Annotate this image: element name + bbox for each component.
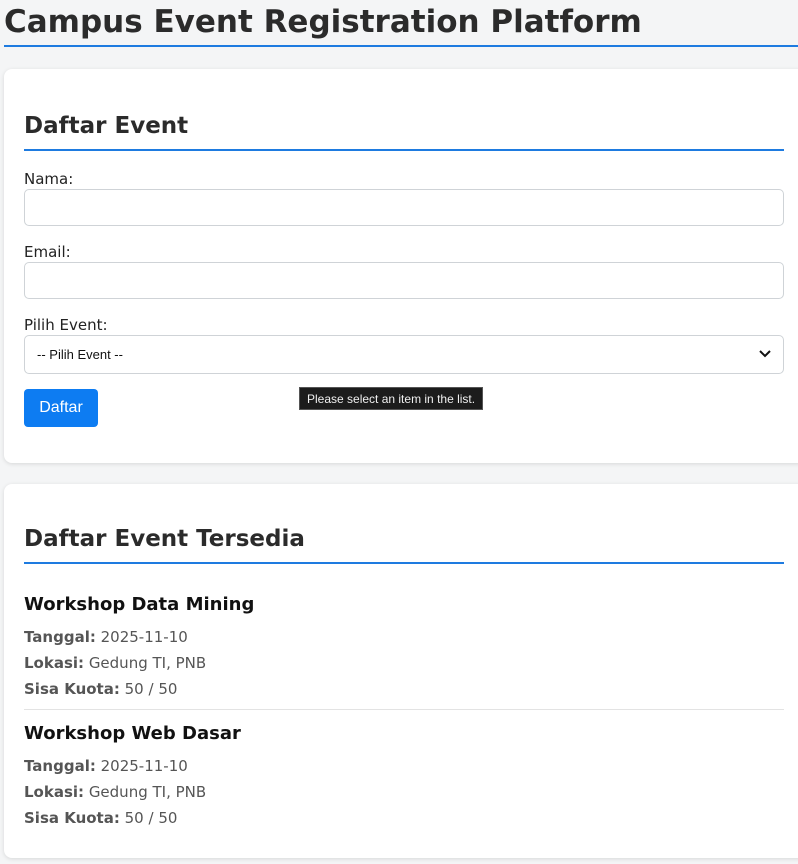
- event-select[interactable]: -- Pilih Event --: [24, 335, 784, 374]
- form-title: Daftar Event: [24, 111, 784, 151]
- location-label: Lokasi:: [24, 783, 85, 801]
- date-label: Tanggal:: [24, 628, 96, 646]
- event-quota: 50 / 50: [124, 680, 178, 698]
- registration-form-card: Daftar Event Nama: Email: Pilih Event: -…: [4, 69, 798, 463]
- event-date: 2025-11-10: [100, 757, 188, 775]
- page-title: Campus Event Registration Platform: [4, 0, 798, 47]
- event-quota-row: Sisa Kuota: 50 / 50: [24, 805, 784, 831]
- event-location: Gedung TI, PNB: [88, 654, 207, 672]
- validation-tooltip: Please select an item in the list.: [299, 387, 484, 410]
- event-item: Workshop Data Mining Tanggal: 2025-11-10…: [24, 592, 784, 702]
- event-select-value: -- Pilih Event --: [37, 347, 123, 362]
- quota-label: Sisa Kuota:: [24, 680, 120, 698]
- event-location-row: Lokasi: Gedung TI, PNB: [24, 650, 784, 676]
- events-list-card: Daftar Event Tersedia Workshop Data Mini…: [4, 484, 798, 858]
- location-label: Lokasi:: [24, 654, 85, 672]
- event-date: 2025-11-10: [100, 628, 188, 646]
- submit-button[interactable]: Daftar: [24, 389, 98, 427]
- name-field[interactable]: [24, 189, 784, 226]
- event-divider: [24, 709, 784, 710]
- event-item: Workshop Web Dasar Tanggal: 2025-11-10 L…: [24, 721, 784, 831]
- name-label: Nama:: [24, 170, 74, 188]
- chevron-down-icon: [759, 349, 771, 361]
- quota-label: Sisa Kuota:: [24, 809, 120, 827]
- event-date-row: Tanggal: 2025-11-10: [24, 624, 784, 650]
- event-name: Workshop Data Mining: [24, 594, 255, 615]
- event-date-row: Tanggal: 2025-11-10: [24, 753, 784, 779]
- email-label: Email:: [24, 243, 71, 261]
- event-quota: 50 / 50: [124, 809, 178, 827]
- event-select-label: Pilih Event:: [24, 316, 108, 334]
- date-label: Tanggal:: [24, 757, 96, 775]
- event-location: Gedung TI, PNB: [88, 783, 207, 801]
- event-location-row: Lokasi: Gedung TI, PNB: [24, 779, 784, 805]
- event-name: Workshop Web Dasar: [24, 723, 241, 744]
- event-quota-row: Sisa Kuota: 50 / 50: [24, 676, 784, 702]
- email-field[interactable]: [24, 262, 784, 299]
- events-section-title: Daftar Event Tersedia: [24, 524, 784, 564]
